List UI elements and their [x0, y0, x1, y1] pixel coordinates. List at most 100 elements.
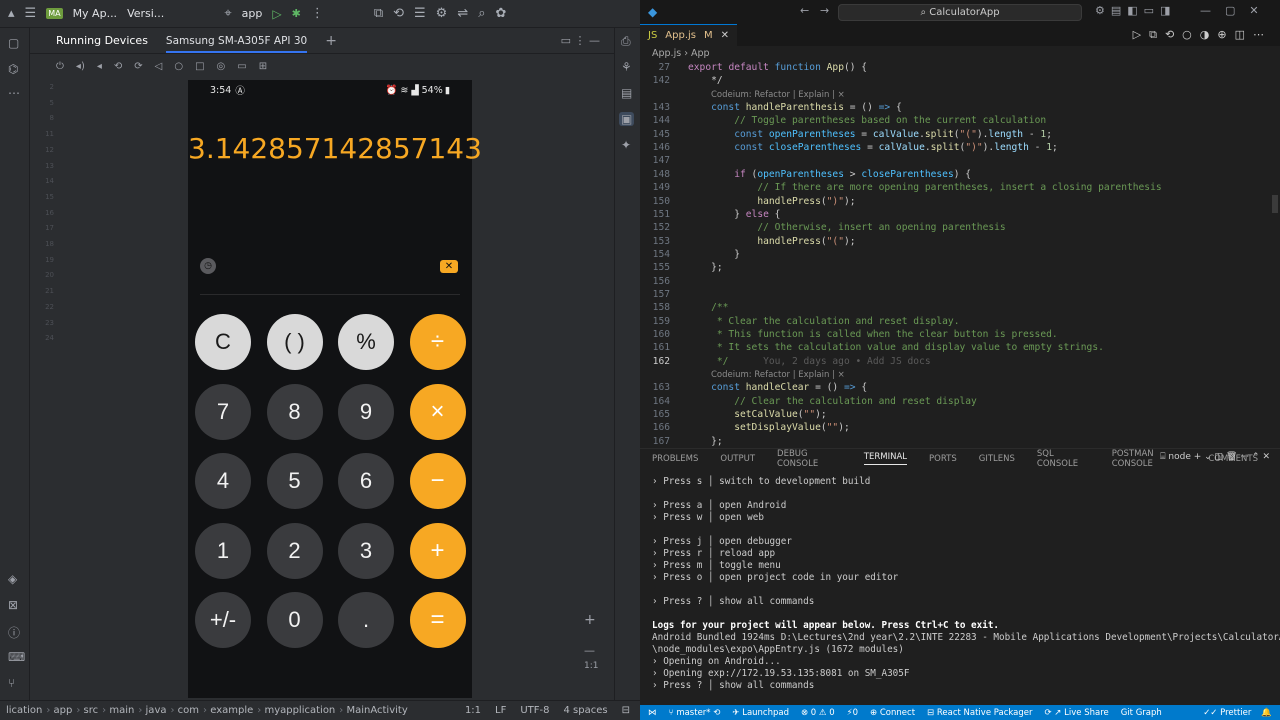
key-digit[interactable]: +/- [195, 592, 251, 648]
code-line[interactable]: * This function is called when the clear… [688, 329, 1058, 340]
key-digit[interactable]: 0 [266, 592, 323, 648]
code-line[interactable]: const closeParentheses = calValue.split(… [688, 142, 1058, 153]
assistant-icon[interactable]: ✿ [496, 6, 507, 21]
code-line[interactable]: export default function App() { [688, 62, 867, 73]
key-digit[interactable]: 7 [195, 383, 251, 440]
key-digit[interactable]: 9 [338, 383, 394, 440]
structure-icon[interactable]: ⌬ [8, 62, 18, 76]
key-digit[interactable]: 4 [195, 453, 251, 509]
key-digit[interactable]: 8 [266, 383, 323, 440]
remote-icon[interactable]: ⋈ [648, 708, 657, 718]
project-name[interactable]: My Ap... [73, 7, 118, 20]
git-graph[interactable]: Git Graph [1121, 708, 1162, 718]
code-line[interactable]: const handleClear = () => { [688, 382, 867, 393]
key-function[interactable]: C [195, 314, 251, 370]
code-line[interactable]: // Otherwise, insert an opening parenthe… [688, 222, 1005, 233]
run-config[interactable]: app [242, 7, 263, 20]
rn-packager[interactable]: ⊟ React Native Packager [927, 708, 1032, 718]
back-icon[interactable]: ◁ [155, 61, 163, 72]
breadcrumb-item[interactable]: app [54, 705, 73, 716]
tab-device[interactable]: Samsung SM-A305F API 30 [165, 29, 308, 53]
breadcrumb-item[interactable]: src [84, 705, 99, 716]
key-function[interactable]: ( ) [266, 314, 323, 370]
tab-app-js[interactable]: JS App.js M ✕ [640, 24, 738, 46]
key-digit[interactable]: 5 [266, 453, 323, 509]
caret-position[interactable]: 1:1 [465, 705, 481, 716]
backspace-icon[interactable]: ✕ [440, 260, 458, 273]
breadcrumb-item[interactable]: myapplication [264, 705, 335, 716]
launchpad[interactable]: ✈ Launchpad [732, 708, 789, 718]
home-icon[interactable]: ○ [174, 61, 183, 72]
search-icon[interactable]: ⌕ [478, 6, 485, 21]
zoom-actual-size[interactable]: 1:1 [584, 661, 598, 671]
gradle-tool-icon[interactable]: ⚘ [621, 60, 632, 74]
tab-panel-output[interactable]: OUTPUT [720, 454, 755, 464]
power-icon[interactable]: ⏻ [56, 61, 64, 72]
editor-actions-icon[interactable]: ▷⧉⟲○◑⊕◫⋯ [1133, 28, 1272, 42]
sdk-icon[interactable]: ☰ [414, 6, 426, 21]
code-line[interactable]: */ [688, 75, 723, 86]
key-digit[interactable]: 3 [338, 522, 394, 579]
gemini-icon[interactable]: ✦ [621, 138, 631, 152]
key-digit[interactable]: 2 [266, 522, 323, 579]
key-operator[interactable]: + [409, 522, 466, 579]
ports-count[interactable]: ⚡0 [847, 708, 858, 718]
terminal-output[interactable]: › Press s │ switch to development build ›… [652, 476, 1280, 698]
device-icon[interactable]: ⌖ [224, 6, 231, 21]
code-line[interactable]: // Clear the calculation and reset displ… [688, 396, 977, 407]
rotate-left-icon[interactable]: ⟲ [114, 61, 122, 72]
scrollbar-thumb[interactable] [1272, 195, 1278, 213]
more-icon[interactable]: ⋮ [311, 6, 324, 21]
terminal-icon[interactable]: ⌨ [8, 650, 25, 664]
code-line[interactable]: }; [688, 436, 723, 447]
live-share[interactable]: ⟳ ↗ Live Share [1044, 708, 1108, 718]
editor-breadcrumb[interactable]: App.js › App [640, 46, 1280, 62]
breadcrumb-item[interactable]: java [146, 705, 167, 716]
code-line[interactable]: } else { [688, 209, 780, 220]
key-operator[interactable]: = [409, 592, 466, 648]
rotate-right-icon[interactable]: ⟳ [134, 61, 142, 72]
breadcrumb-item[interactable]: com [178, 705, 199, 716]
code-line[interactable]: /** [688, 302, 728, 313]
main-menu-icon[interactable]: ☰ [25, 6, 37, 21]
code-line[interactable]: */ You, 2 days ago • Add JS docs [688, 356, 931, 367]
window-options-icon[interactable]: ▭ ⋮ — [561, 34, 600, 47]
problems-count[interactable]: ⊗ 0 ⚠ 0 [801, 708, 835, 718]
code-line[interactable]: setDisplayValue(""); [688, 422, 850, 433]
device-explorer-icon[interactable]: ▤ [621, 86, 632, 100]
prettier-status[interactable]: ✓✓ Prettier [1203, 708, 1251, 718]
breadcrumb-item[interactable]: example [210, 705, 253, 716]
code-line[interactable]: const openParentheses = calValue.split("… [688, 129, 1052, 140]
build-variants-icon[interactable]: ◈ [8, 572, 17, 586]
panel-buttons-icon[interactable]: + ⌄ ◫ 🗑 ⋯ ⌃ ✕ [1191, 452, 1270, 462]
window-controls-icon[interactable]: —▢✕ [1200, 4, 1273, 17]
device-screen[interactable]: 3:54 Ⓐ ⏰ ≋ ▟ 54% ▮ 3.142857142857143 ◷ ✕… [188, 80, 482, 698]
screenshot-icon[interactable]: ◎ [217, 61, 226, 72]
nav-back-icon[interactable]: ← [800, 4, 809, 17]
run-icon[interactable]: ▷ [272, 7, 281, 21]
command-center-search[interactable]: ⌕ CalculatorApp [838, 4, 1082, 21]
history-icon[interactable]: ◷ [200, 258, 216, 274]
breadcrumb-item[interactable]: lication [6, 705, 42, 716]
code-line[interactable]: * It sets the calculation value and disp… [688, 342, 1104, 353]
code-line[interactable]: handlePress(")"); [688, 196, 855, 207]
extended-controls-icon[interactable]: ⊞ [259, 61, 267, 72]
breadcrumb-item[interactable]: MainActivity [346, 705, 407, 716]
screen-record-icon[interactable]: ▭ [237, 61, 246, 72]
code-line[interactable]: // If there are more opening parentheses… [688, 182, 1161, 193]
more-tools-icon[interactable]: ⋯ [8, 86, 20, 100]
close-tab-icon[interactable]: ✕ [721, 30, 729, 41]
connect-button[interactable]: ⊕ Connect [870, 708, 915, 718]
key-operator[interactable]: × [409, 383, 466, 440]
tab-panel-sql-console[interactable]: SQL CONSOLE [1037, 449, 1090, 469]
code-line[interactable]: * Clear the calculation and reset displa… [688, 316, 960, 327]
file-encoding[interactable]: UTF-8 [520, 705, 549, 716]
code-editor[interactable]: 27 export default function App() {142 */ C… [640, 62, 1280, 447]
breadcrumb-item[interactable]: main [109, 705, 134, 716]
gradle-icon[interactable]: ⟲ [393, 6, 404, 21]
sync-icon[interactable]: ⧉ [374, 6, 383, 21]
volume-up-icon[interactable]: ◂) [76, 61, 85, 72]
codeium-codelens[interactable]: Codeium: Refactor | Explain | × [711, 370, 845, 380]
settings-icon[interactable]: ⚙ [436, 6, 448, 21]
vcs-icon[interactable]: ⑂ [8, 676, 15, 690]
